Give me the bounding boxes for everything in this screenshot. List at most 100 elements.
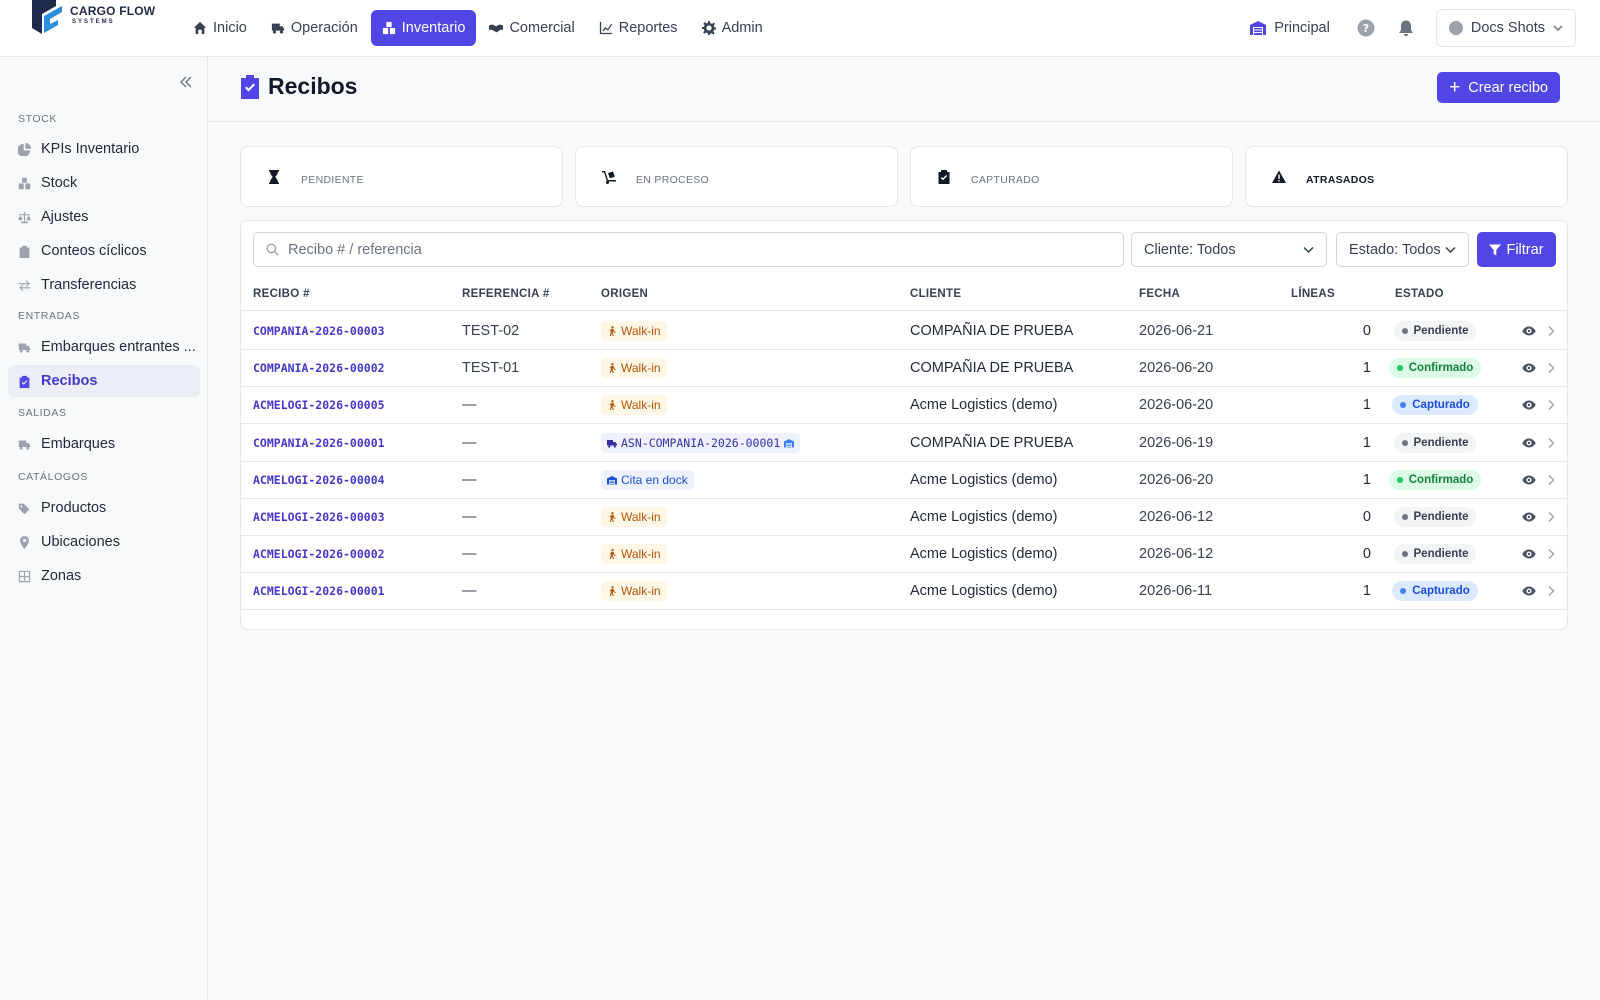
chevron-right-icon[interactable] — [1547, 362, 1555, 374]
create-receipt-label: Crear recibo — [1468, 79, 1548, 96]
column-header-referencia[interactable]: REFERENCIA # — [462, 288, 550, 300]
stat-card-pendiente[interactable]: PENDIENTE — [240, 146, 563, 207]
receipt-number-link[interactable]: COMPANIA-2026-00001 — [253, 436, 385, 450]
status-label: Capturado — [1412, 585, 1470, 598]
handshake-icon — [489, 24, 504, 33]
sidebar-item-embarques-entrantes[interactable]: Embarques entrantes ... — [8, 331, 200, 363]
receipt-number-link[interactable]: ACMELOGI-2026-00003 — [253, 510, 385, 524]
origin-badge: Walk-in — [601, 395, 667, 416]
sidebar-item-stock[interactable]: Stock — [8, 167, 200, 199]
chevron-right-icon[interactable] — [1547, 437, 1555, 449]
funnel-icon — [1489, 244, 1502, 255]
eye-icon[interactable] — [1522, 399, 1536, 411]
plus-icon: + — [1449, 77, 1461, 98]
sidebar-item-ajustes[interactable]: Ajustes — [8, 201, 200, 233]
eye-icon[interactable] — [1522, 362, 1536, 374]
eye-icon[interactable] — [1522, 325, 1536, 337]
main-nav: Inicio Operación Inventario Comercial Re… — [182, 10, 776, 46]
stat-card-capturado[interactable]: CAPTURADO — [910, 146, 1233, 207]
client-filter-select[interactable]: Cliente: Todos — [1131, 232, 1327, 267]
column-header-lineas[interactable]: LÍNEAS — [1291, 288, 1335, 300]
sidebar-item-kpis-inventario[interactable]: KPIs Inventario — [8, 133, 200, 165]
column-header-recibo[interactable]: RECIBO # — [253, 288, 310, 300]
sidebar-item-ubicaciones[interactable]: Ubicaciones — [8, 526, 200, 558]
stat-card-en-proceso[interactable]: EN PROCESO — [575, 146, 898, 207]
table-row[interactable]: COMPANIA-2026-00001 — ASN-COMPANIA-2026-00… — [241, 424, 1567, 462]
receipt-number-link[interactable]: ACMELOGI-2026-00004 — [253, 473, 385, 487]
status-dot — [1400, 588, 1407, 595]
walking-icon — [609, 400, 616, 411]
help-button[interactable]: ? — [1356, 18, 1376, 38]
table-row[interactable]: ACMELOGI-2026-00005 — Walk-in Acme Logistic… — [241, 386, 1567, 425]
chevron-right-icon[interactable] — [1547, 585, 1555, 597]
receipt-number-link[interactable]: COMPANIA-2026-00003 — [253, 324, 385, 338]
nav-label: Inventario — [401, 20, 466, 36]
status-label: Pendiente — [1413, 511, 1469, 523]
search-input[interactable] — [288, 241, 1088, 258]
table-row[interactable]: ACMELOGI-2026-00004 — Cita en dock Acme Log… — [241, 461, 1567, 499]
create-receipt-button[interactable]: + Crear recibo — [1437, 72, 1560, 103]
table-row[interactable]: COMPANIA-2026-00003 TEST-02 Walk-in COMPAÑI… — [241, 312, 1567, 350]
nav-admin[interactable]: Admin — [691, 10, 774, 46]
gear-icon — [701, 21, 716, 35]
table-row[interactable]: COMPANIA-2026-00002 TEST-01 Walk-in COMPAÑI… — [241, 349, 1567, 388]
receipts-panel: Cliente: Todos Estado: Todos Filtrar REC… — [240, 220, 1568, 630]
dolly-icon — [602, 170, 616, 184]
filter-button[interactable]: Filtrar — [1477, 232, 1556, 267]
client-value: Acme Logistics (demo) — [910, 546, 1058, 563]
sidebar-item-conteos-ciclicos[interactable]: Conteos cíclicos — [8, 235, 200, 267]
eye-icon[interactable] — [1522, 437, 1536, 449]
receipt-number-link[interactable]: COMPANIA-2026-00002 — [253, 361, 385, 375]
table-row[interactable]: ACMELOGI-2026-00003 — Walk-in Acme Logistic… — [241, 498, 1567, 536]
receipt-number-link[interactable]: ACMELOGI-2026-00002 — [253, 547, 385, 561]
chevron-right-icon[interactable] — [1547, 325, 1555, 337]
warehouse-icon — [1250, 21, 1267, 35]
notifications-button[interactable] — [1396, 18, 1416, 38]
date-value: 2026-06-12 — [1139, 509, 1214, 525]
chevron-right-icon[interactable] — [1547, 548, 1555, 560]
client-value: Acme Logistics (demo) — [910, 583, 1058, 600]
clipboard-check-icon — [938, 169, 950, 184]
nav-inventario[interactable]: Inventario — [370, 10, 477, 46]
sidebar-item-transferencias[interactable]: Transferencias — [8, 269, 200, 301]
search-box[interactable] — [253, 232, 1124, 267]
table-row[interactable]: ACMELOGI-2026-00001 — Walk-in Acme Logistic… — [241, 572, 1567, 611]
receipt-number-link[interactable]: ACMELOGI-2026-00001 — [253, 584, 385, 598]
nav-operacion[interactable]: Operación — [260, 10, 369, 46]
user-name: Docs Shots — [1470, 20, 1545, 36]
chevron-right-icon[interactable] — [1547, 474, 1555, 486]
sidebar: STOCK KPIs Inventario Stock Ajustes Cont… — [0, 57, 208, 1000]
eye-icon[interactable] — [1522, 585, 1536, 597]
status-filter-value: Estado: Todos — [1349, 241, 1441, 258]
sidebar-item-label: Ubicaciones — [41, 534, 120, 550]
nav-inicio[interactable]: Inicio — [182, 10, 258, 46]
column-header-cliente[interactable]: CLIENTE — [910, 288, 961, 300]
receipt-number-link[interactable]: ACMELOGI-2026-00005 — [253, 398, 385, 412]
stat-card-atrasados[interactable]: ATRASADOS — [1245, 146, 1568, 207]
sidebar-item-productos[interactable]: Productos — [8, 492, 200, 524]
sidebar-item-recibos[interactable]: Recibos — [8, 365, 200, 397]
eye-icon[interactable] — [1522, 511, 1536, 523]
table-row[interactable]: ACMELOGI-2026-00002 — Walk-in Acme Logistic… — [241, 535, 1567, 574]
sidebar-item-zonas[interactable]: Zonas — [8, 560, 200, 592]
status-filter-select[interactable]: Estado: Todos — [1336, 232, 1469, 267]
column-header-estado[interactable]: ESTADO — [1395, 288, 1444, 300]
branch-selector[interactable]: Principal — [1250, 20, 1330, 36]
chevron-right-icon[interactable] — [1547, 511, 1555, 523]
eye-icon[interactable] — [1522, 548, 1536, 560]
nav-comercial[interactable]: Comercial — [478, 10, 585, 46]
boxes-icon — [18, 177, 31, 189]
status-badge: Pendiente — [1393, 432, 1477, 453]
walking-icon — [609, 326, 616, 336]
sidebar-section-catalogos: CATÁLOGOS — [18, 471, 88, 483]
brand-logo[interactable]: CARGO FLOW SYSTEMS — [28, 0, 158, 36]
eye-icon[interactable] — [1522, 474, 1536, 486]
collapse-sidebar-icon[interactable] — [179, 75, 193, 89]
user-menu[interactable]: Docs Shots — [1435, 9, 1576, 47]
chevron-right-icon[interactable] — [1547, 399, 1555, 411]
nav-reportes[interactable]: Reportes — [588, 10, 689, 46]
column-header-origen[interactable]: ORIGEN — [601, 288, 648, 300]
origin-badge: Walk-in — [601, 507, 667, 527]
column-header-fecha[interactable]: FECHA — [1139, 288, 1180, 300]
sidebar-item-embarques[interactable]: Embarques — [8, 428, 200, 460]
